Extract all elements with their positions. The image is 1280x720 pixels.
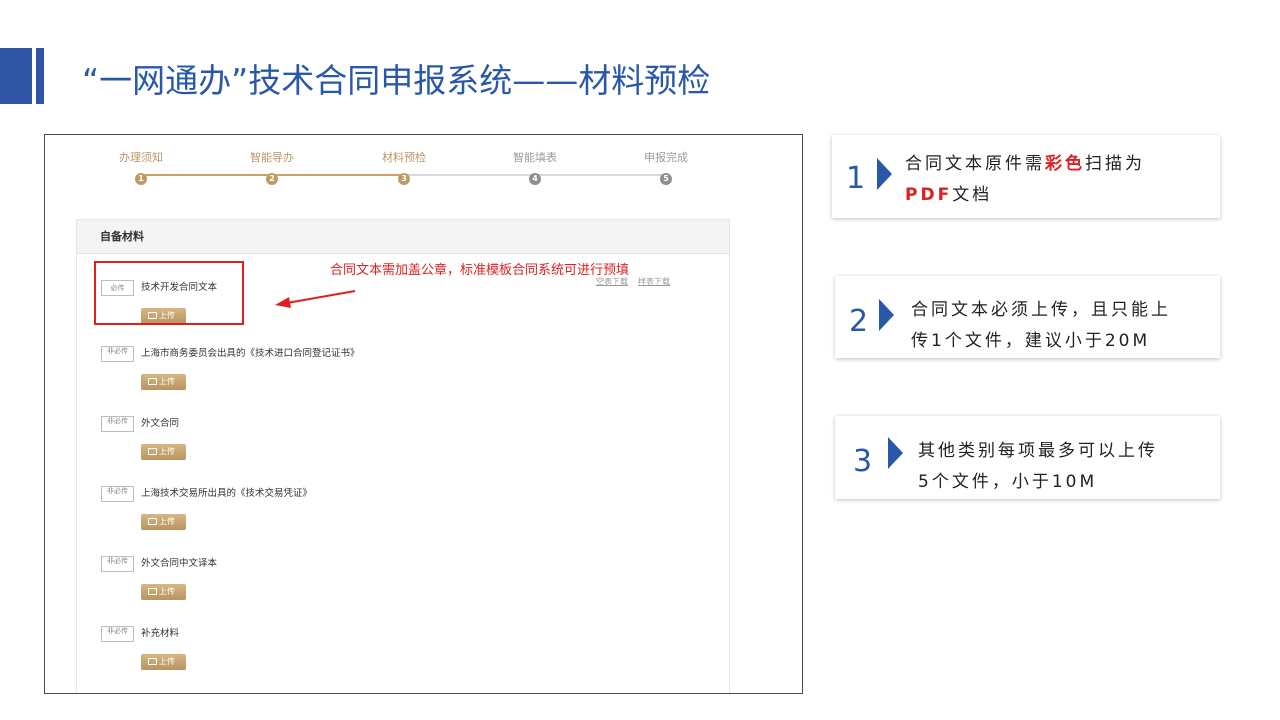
upload-button[interactable]: 上传 [141,654,186,670]
app-screenshot: 办理须知 1 智能导办 2 材料预检 3 智能填表 4 申报完成 5 自备材料 … [44,134,803,694]
title-accent-bar-thin [36,48,44,104]
annotation-arrow-icon [275,290,356,308]
title-accent-bar [0,48,32,104]
step-1[interactable]: 办理须知 1 [91,149,191,185]
optional-tag: 非必传 [101,416,134,432]
folder-icon [148,658,157,665]
note-highlight: 彩色 [1045,154,1085,174]
step-label: 智能填表 [513,151,557,164]
step-number: 5 [660,173,672,185]
optional-tag: 非必传 [101,626,134,642]
material-name: 补充材料 [141,628,180,639]
upload-button[interactable]: 上传 [141,374,186,390]
note-number: 2 [849,304,869,339]
folder-icon [148,588,157,595]
optional-tag: 非必传 [101,346,134,362]
folder-icon [148,448,157,455]
panel-title: 自备材料 [77,220,729,254]
step-number: 2 [266,173,278,185]
note-text: 其他类别每项最多可以上传 5个文件，小于10M [918,436,1158,498]
annotation-text: 合同文本需加盖公章，标准模板合同系统可进行预填 [330,263,630,278]
note-number: 3 [853,444,873,479]
material-item: 非必传 上海市商务委员会出具的《技术进口合同登记证书》 上传 [101,342,661,402]
chevron-right-icon [877,158,892,190]
folder-icon [148,378,157,385]
upload-label: 上传 [159,517,175,526]
material-item: 非必传 上海技术交易所出具的《技术交易凭证》 上传 [101,482,661,542]
upload-label: 上传 [159,447,175,456]
sample-form-download-link[interactable]: 样表下载 [638,277,670,286]
material-item: 非必传 补充材料 上传 [101,622,661,682]
note-line: 合同文本必须上传，且只能上 [911,300,1171,320]
folder-icon [148,518,157,525]
step-label: 申报完成 [644,151,688,164]
note-number: 1 [846,161,866,196]
slide-title: “一网通办”技术合同申报系统——材料预检 [82,61,711,100]
material-name: 上海技术交易所出具的《技术交易凭证》 [141,488,313,499]
note-line: 传1个文件，建议小于20M [911,331,1151,351]
material-name: 外文合同 [141,418,180,429]
material-item: 非必传 外文合同 上传 [101,412,661,472]
step-label: 材料预检 [382,151,426,164]
upload-button[interactable]: 上传 [141,444,186,460]
upload-label: 上传 [159,377,175,386]
note-card-2: 2 合同文本必须上传，且只能上 传1个文件，建议小于20M [835,276,1220,358]
upload-label: 上传 [159,587,175,596]
chevron-right-icon [879,299,894,331]
note-text-part: 合同文本原件需 [905,154,1045,174]
note-line: 5个文件，小于10M [918,472,1098,492]
step-label: 办理须知 [119,151,163,164]
upload-label: 上传 [159,657,175,666]
highlight-box [94,261,244,325]
upload-button[interactable]: 上传 [141,514,186,530]
step-2[interactable]: 智能导办 2 [222,149,322,185]
chevron-right-icon [888,437,903,469]
note-text: 合同文本原件需彩色扫描为 PDF文档 [905,149,1145,211]
step-number: 4 [529,173,541,185]
step-number: 1 [135,173,147,185]
step-4[interactable]: 智能填表 4 [485,149,585,185]
upload-button[interactable]: 上传 [141,584,186,600]
step-label: 智能导办 [250,151,294,164]
note-text: 合同文本必须上传，且只能上 传1个文件，建议小于20M [911,295,1171,357]
note-highlight: PDF [905,185,953,205]
note-text-part: 文档 [952,185,993,205]
material-name: 外文合同中文译本 [141,558,218,569]
step-number: 3 [398,173,410,185]
note-line: 其他类别每项最多可以上传 [918,441,1158,461]
note-card-3: 3 其他类别每项最多可以上传 5个文件，小于10M [835,416,1220,499]
progress-steps: 办理须知 1 智能导办 2 材料预检 3 智能填表 4 申报完成 5 [45,135,802,195]
note-text-part: 扫描为 [1085,154,1145,174]
optional-tag: 非必传 [101,556,134,572]
note-card-1: 1 合同文本原件需彩色扫描为 PDF文档 [832,135,1220,218]
step-3[interactable]: 材料预检 3 [354,149,454,185]
material-name: 上海市商务委员会出具的《技术进口合同登记证书》 [141,348,360,359]
material-item: 非必传 外文合同中文译本 上传 [101,552,661,612]
blank-form-download-link[interactable]: 空表下载 [596,277,628,286]
step-5[interactable]: 申报完成 5 [616,149,716,185]
optional-tag: 非必传 [101,486,134,502]
